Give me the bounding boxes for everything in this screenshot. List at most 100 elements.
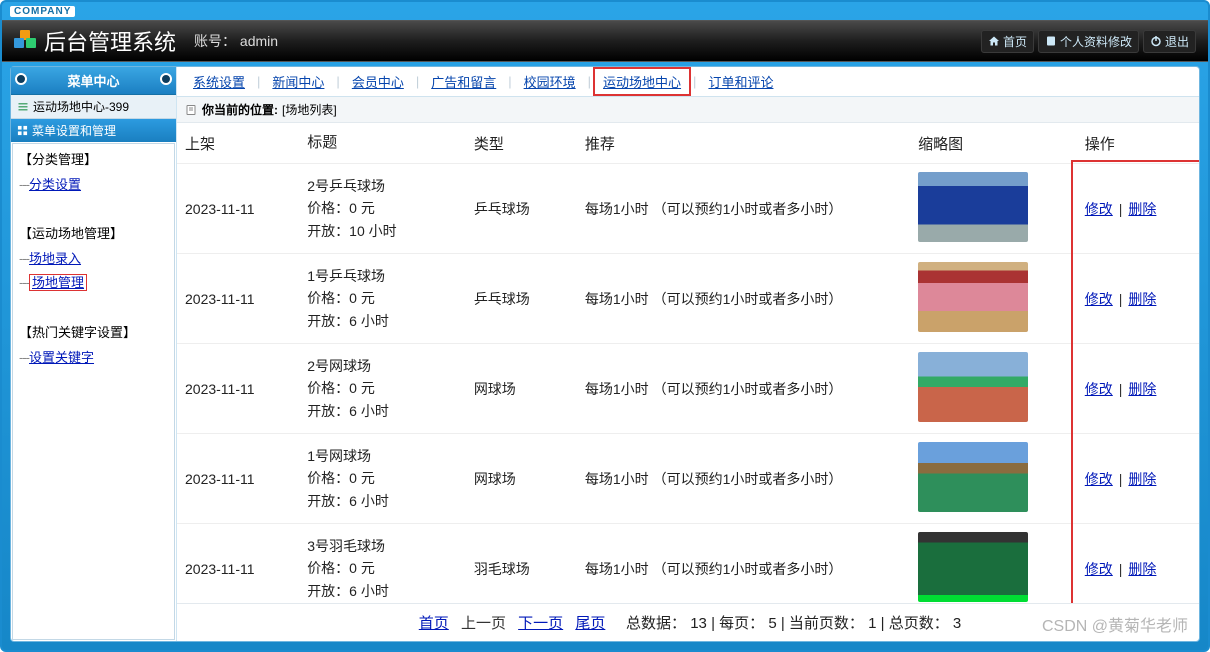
logout-link-label: 退出 [1165,33,1189,50]
table-row: 2023-11-112号乒乓球场价格：0 元开放：10 小时乒乓球场每场1小时 … [177,164,1199,254]
edit-link[interactable]: 修改 [1085,201,1113,217]
op-separator: | [1113,561,1129,577]
cell-recommend: 每场1小时 （可以预约1小时或者多小时） [577,524,910,604]
op-separator: | [1113,381,1129,397]
pager-cur-value: 1 [868,615,876,632]
nav-separator: | [506,74,513,89]
home-link[interactable]: 首页 [981,30,1034,53]
sidebar-section-title-text: 菜单设置和管理 [32,122,116,139]
pager-pages-label: 总页数： [889,615,949,632]
nav-tab[interactable]: 系统设置 [183,68,255,95]
pagination-bar: 首页 上一页 下一页 尾页 总数据： 13 | 每页： 5 | 当前页数： 1 … [177,603,1199,641]
table-wrapper: 上架 标题 类型 推荐 缩略图 操作 2023-11-112号乒乓球场价格：0 … [177,123,1199,603]
page-icon [185,104,197,116]
app-window: COMPANY 后台管理系统 账号： admin 首页 个人资料修改 退出 [0,0,1210,652]
thumbnail-image [918,172,1028,242]
pager-next[interactable]: 下一页 [518,615,563,632]
delete-link[interactable]: 删除 [1128,471,1156,487]
cell-date: 2023-11-11 [177,254,299,344]
cell-type: 羽毛球场 [466,524,577,604]
cell-recommend: 每场1小时 （可以预约1小时或者多小时） [577,164,910,254]
sidebar-item-line: ---场地录入 [19,247,168,272]
op-separator: | [1113,291,1129,307]
nav-tab[interactable]: 新闻中心 [262,68,334,95]
sidebar-group-heading: 【分类管理】 [19,148,168,173]
table-row: 2023-11-111号网球场价格：0 元开放：6 小时网球场每场1小时 （可以… [177,434,1199,524]
company-label: COMPANY [10,6,75,17]
nav-separator: | [334,74,341,89]
cell-type: 乒乓球场 [466,164,577,254]
cell-title: 3号羽毛球场价格：0 元开放：6 小时 [299,524,466,604]
pager-last[interactable]: 尾页 [575,615,605,632]
logout-link[interactable]: 退出 [1143,30,1196,53]
sidebar-link[interactable]: 场地管理 [29,274,87,291]
table-row: 2023-11-112号网球场价格：0 元开放：6 小时网球场每场1小时 （可以… [177,344,1199,434]
sidebar-group-heading: 【运动场地管理】 [19,222,168,247]
profile-link-label: 个人资料修改 [1060,33,1132,50]
nav-tab[interactable]: 校园环境 [514,68,586,95]
nav-separator: | [255,74,262,89]
cell-title: 2号网球场价格：0 元开放：6 小时 [299,344,466,434]
venue-table: 上架 标题 类型 推荐 缩略图 操作 2023-11-112号乒乓球场价格：0 … [177,123,1199,603]
sidebar-link[interactable]: 设置关键字 [29,350,94,365]
edit-link[interactable]: 修改 [1085,291,1113,307]
edit-link[interactable]: 修改 [1085,471,1113,487]
title-bar: 后台管理系统 账号： admin 首页 个人资料修改 退出 [2,20,1208,62]
table-body: 2023-11-112号乒乓球场价格：0 元开放：10 小时乒乓球场每场1小时 … [177,164,1199,604]
cell-ops: 修改|删除 [1077,254,1199,344]
delete-link[interactable]: 删除 [1128,201,1156,217]
col-header-rec: 推荐 [577,123,910,164]
delete-link[interactable]: 删除 [1128,381,1156,397]
cell-recommend: 每场1小时 （可以预约1小时或者多小时） [577,344,910,434]
edit-link[interactable]: 修改 [1085,381,1113,397]
pager-first[interactable]: 首页 [419,615,449,632]
breadcrumb-bar: 你当前的位置: [场地列表] [177,97,1199,123]
sidebar-breadcrumb: 运动场地中心-399 [11,95,176,119]
app-title: 后台管理系统 [44,25,176,57]
cell-recommend: 每场1小时 （可以预约1小时或者多小时） [577,434,910,524]
pager-prev[interactable]: 上一页 [461,615,506,632]
cell-thumb [910,164,1077,254]
delete-link[interactable]: 删除 [1128,561,1156,577]
edit-link[interactable]: 修改 [1085,561,1113,577]
cell-type: 乒乓球场 [466,254,577,344]
list-icon [17,101,29,113]
topbar-actions: 首页 个人资料修改 退出 [981,30,1196,53]
sidebar-link[interactable]: 场地录入 [29,251,81,266]
account-label: 账号： [194,33,236,49]
nav-tab[interactable]: 广告和留言 [421,68,506,95]
col-header-ops: 操作 [1077,123,1199,164]
cell-thumb [910,344,1077,434]
op-separator: | [1113,471,1129,487]
nav-tab[interactable]: 运动场地中心 [593,67,691,96]
col-header-type: 类型 [466,123,577,164]
logo-icon [14,30,36,52]
sidebar-body: 【分类管理】---分类设置【运动场地管理】---场地录入---场地管理【热门关键… [12,143,175,640]
cell-date: 2023-11-11 [177,344,299,434]
nav-separator: | [586,74,593,89]
sidebar: 菜单中心 运动场地中心-399 菜单设置和管理 【分类管理】---分类设置【运动… [11,67,177,641]
grid-icon [17,125,28,136]
main-panel: 系统设置|新闻中心|会员中心|广告和留言|校园环境|运动场地中心|订单和评论 你… [177,67,1199,641]
delete-link[interactable]: 删除 [1128,291,1156,307]
col-header-title: 标题 [299,123,466,164]
sidebar-dash: --- [19,251,29,266]
cell-thumb [910,434,1077,524]
cell-thumb [910,524,1077,604]
pager-total-label: 总数据： [626,615,686,632]
pager-cur-label: 当前页数： [789,615,864,632]
cell-date: 2023-11-11 [177,434,299,524]
nav-separator: | [691,74,698,89]
op-separator: | [1113,201,1129,217]
sidebar-link[interactable]: 分类设置 [29,177,81,192]
cell-date: 2023-11-11 [177,164,299,254]
nav-tab[interactable]: 订单和评论 [698,68,783,95]
thumbnail-image [918,262,1028,332]
power-icon [1150,35,1162,47]
table-header-row: 上架 标题 类型 推荐 缩略图 操作 [177,123,1199,164]
cell-title: 2号乒乓球场价格：0 元开放：10 小时 [299,164,466,254]
sidebar-section-title: 菜单设置和管理 [11,119,176,142]
nav-tab[interactable]: 会员中心 [342,68,414,95]
profile-link[interactable]: 个人资料修改 [1038,30,1139,53]
sidebar-item-line: ---场地管理 [19,271,168,296]
